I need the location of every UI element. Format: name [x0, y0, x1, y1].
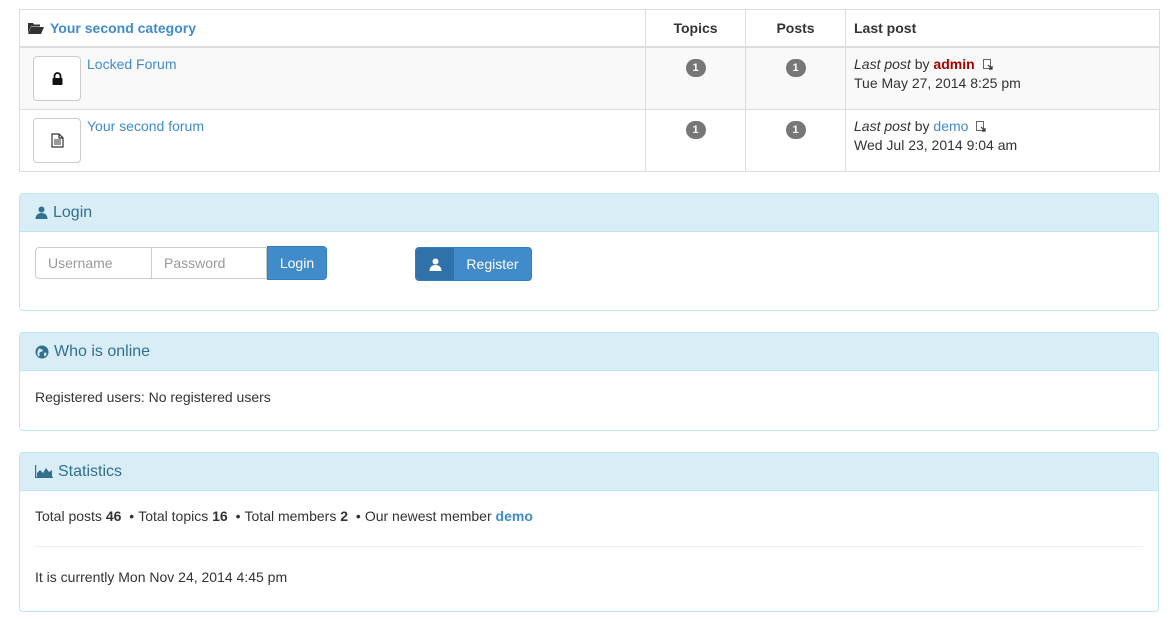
statistics-line: Total posts 46 • Total topics 16 • Total m…: [35, 491, 1143, 526]
lastpost-column-header: Last post: [845, 9, 1160, 48]
login-heading: Login: [53, 203, 93, 221]
lock-icon: [52, 72, 62, 85]
total-posts-value: 46: [105, 508, 122, 524]
posts-column-header: Posts: [745, 9, 846, 48]
category-header: Your second category: [19, 9, 646, 48]
table-header: Your second category Topics Posts Last p…: [19, 9, 1160, 48]
statistics-heading: Statistics: [58, 462, 123, 480]
lastpost-user-link[interactable]: admin: [933, 56, 974, 72]
posts-count-cell: 1: [745, 46, 846, 110]
table-row: Your second forum 1 1 Last post by demo: [19, 108, 1160, 172]
bullet-separator: •: [355, 508, 361, 524]
lastpost-label: Last post: [854, 117, 911, 134]
lastpost-by: by: [914, 117, 930, 134]
lastpost-cell: Last post by demo Wed Jul 23, 2014 9:04 …: [845, 108, 1160, 172]
topics-count-cell: 1: [645, 46, 746, 110]
topics-badge: 1: [685, 59, 706, 77]
lastpost-cell: Last post by admin Tue May 27, 2014 8:25…: [845, 46, 1160, 110]
forum-link-locked[interactable]: Locked Forum: [87, 56, 176, 72]
folder-open-icon: [28, 22, 44, 34]
category-link[interactable]: Your second category: [28, 20, 196, 36]
statistics-panel-heading: Statistics: [20, 453, 1158, 491]
current-time: It is currently Mon Nov 24, 2014 4:45 pm: [35, 569, 288, 585]
goto-last-post-icon[interactable]: [982, 55, 993, 75]
username-input[interactable]: Username: [35, 247, 152, 279]
register-button[interactable]: Register: [415, 247, 532, 281]
bullet-separator: •: [235, 508, 241, 524]
divider: [35, 546, 1143, 547]
document-icon: [50, 132, 64, 148]
user-icon: [35, 206, 48, 219]
table-row: Locked Forum 1 1 Last post by admin Tue …: [19, 46, 1160, 110]
newest-member-link[interactable]: demo: [496, 508, 533, 524]
lastpost-by: by: [914, 56, 930, 72]
category-title: Your second category: [50, 19, 197, 36]
login-panel: Login Username Password Login Register: [19, 193, 1159, 311]
register-label: Register: [466, 256, 519, 272]
lastpost-label: Last post: [854, 56, 911, 72]
newest-member-label: Our newest member: [364, 508, 492, 524]
forum-cell: Locked Forum: [19, 46, 646, 110]
bullet-separator: •: [129, 508, 135, 524]
password-input[interactable]: Password: [152, 247, 267, 279]
area-chart-icon: [35, 465, 53, 478]
posts-badge: 1: [785, 59, 806, 77]
forum-status-icon-box: [33, 56, 81, 101]
forum-link-second[interactable]: Your second forum: [87, 118, 204, 134]
topics-count-cell: 1: [645, 108, 746, 172]
total-members-label: Total members: [244, 508, 337, 524]
online-users-text: Registered users: No registered users: [35, 389, 271, 405]
lastpost-date: Tue May 27, 2014 8:25 pm: [854, 75, 1021, 92]
forum-cell: Your second forum: [19, 108, 646, 172]
user-icon: [416, 248, 454, 280]
globe-icon: [35, 345, 49, 358]
login-button[interactable]: Login: [267, 246, 327, 280]
posts-count-cell: 1: [745, 108, 846, 172]
login-form: Username Password Login: [35, 246, 327, 280]
statistics-panel-body: Total posts 46 • Total topics 16 • Total m…: [20, 491, 1158, 611]
topics-badge: 1: [685, 120, 706, 139]
login-panel-heading: Login: [20, 194, 1158, 232]
forum-table: Your second category Topics Posts Last p…: [19, 9, 1160, 172]
topics-column-header: Topics: [645, 9, 746, 48]
posts-badge: 1: [785, 120, 806, 139]
forum-status-icon-box: [33, 117, 81, 163]
lastpost-user-link[interactable]: demo: [933, 118, 968, 134]
online-panel: Who is online Registered users: No regis…: [19, 332, 1159, 431]
total-topics-value: 16: [212, 508, 228, 524]
total-posts-label: Total posts: [35, 508, 102, 524]
statistics-panel: Statistics Total posts 46 • Total topics …: [19, 452, 1159, 612]
online-panel-body: Registered users: No registered users: [20, 371, 1158, 407]
online-heading: Who is online: [54, 342, 151, 360]
total-members-value: 2: [340, 508, 349, 524]
total-topics-label: Total topics: [138, 508, 209, 524]
online-panel-heading: Who is online: [20, 333, 1158, 371]
goto-last-post-icon[interactable]: [976, 117, 986, 137]
lastpost-date: Wed Jul 23, 2014 9:04 am: [854, 136, 1018, 153]
